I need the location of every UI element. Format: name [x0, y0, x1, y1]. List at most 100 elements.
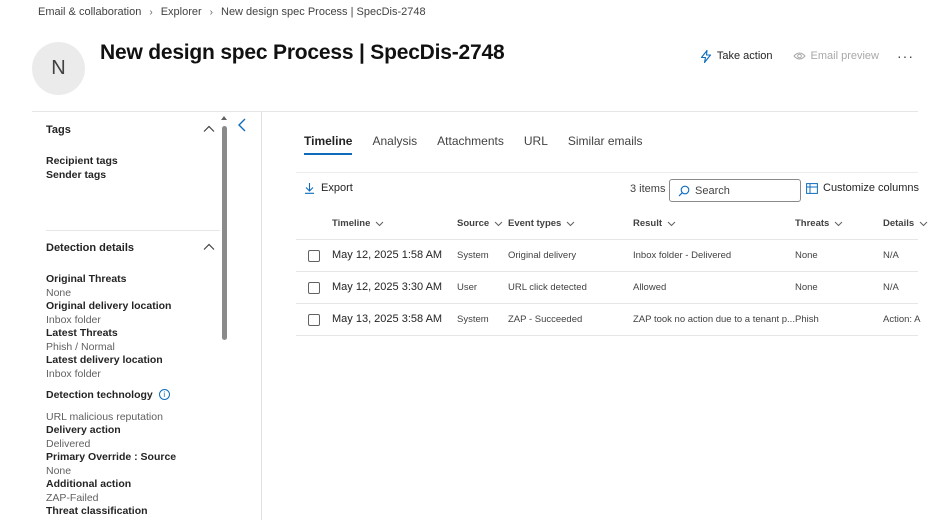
cell-source: User: [457, 282, 478, 293]
page-title: New design spec Process | SpecDis-2748: [100, 41, 505, 64]
breadcrumb-current: New design spec Process | SpecDis-2748: [221, 6, 426, 18]
original-threats-value: None: [46, 287, 72, 299]
export-button[interactable]: Export: [304, 182, 353, 194]
tab-timeline[interactable]: Timeline: [304, 134, 353, 155]
primary-override-value: None: [46, 465, 72, 477]
recipient-tags-label: Recipient tags: [46, 155, 118, 167]
table-header-row: Timeline Source Event types Result Threa…: [296, 210, 928, 240]
tab-similar-emails[interactable]: Similar emails: [568, 134, 643, 155]
table-row[interactable]: May 12, 2025 3:30 AM User URL click dete…: [296, 272, 918, 304]
panel-divider: [261, 112, 262, 520]
tabs-divider: [296, 172, 918, 173]
detection-technology-label: Detection technology i: [46, 389, 170, 401]
avatar: N: [32, 42, 85, 95]
cell-timeline: May 12, 2025 1:58 AM: [332, 249, 443, 261]
tab-attachments[interactable]: Attachments: [437, 134, 504, 155]
cell-threats: None: [795, 282, 818, 293]
detection-technology-value: URL malicious reputation: [46, 411, 163, 423]
cell-timeline: May 13, 2025 3:58 AM: [332, 313, 443, 325]
latest-threats-label: Latest Threats: [46, 327, 118, 339]
take-action-button[interactable]: Take action: [700, 49, 773, 63]
download-icon: [305, 183, 314, 194]
cell-result: Allowed: [633, 282, 667, 293]
chevron-down-icon: [834, 221, 843, 226]
original-threats-label: Original Threats: [46, 273, 127, 285]
collapse-panel-icon[interactable]: [235, 117, 249, 133]
search-input[interactable]: [695, 184, 795, 197]
latest-delivery-location-value: Inbox folder: [46, 368, 101, 380]
table-row[interactable]: May 12, 2025 1:58 AM System Original del…: [296, 240, 918, 272]
cell-details: N/A: [883, 282, 899, 293]
info-icon[interactable]: i: [158, 389, 170, 400]
cell-threats: None: [795, 250, 818, 261]
timeline-table: Timeline Source Event types Result Threa…: [296, 210, 928, 336]
sender-tags-label: Sender tags: [46, 169, 107, 181]
cell-source: System: [457, 250, 489, 261]
column-header-source[interactable]: Source: [457, 218, 503, 229]
original-delivery-location-label: Original delivery location: [46, 300, 172, 312]
row-checkbox[interactable]: [308, 250, 320, 262]
cell-result: Inbox folder - Delivered: [633, 250, 732, 261]
chevron-up-icon[interactable]: [202, 240, 216, 254]
row-checkbox[interactable]: [308, 282, 320, 294]
eye-icon: [792, 52, 806, 60]
column-header-event-types[interactable]: Event types: [508, 218, 575, 229]
delivery-action-value: Delivered: [46, 438, 91, 450]
scroll-up-arrow-icon[interactable]: [220, 114, 228, 122]
detection-section-title: Detection details: [46, 242, 135, 254]
item-count: 3 items: [630, 183, 666, 195]
search-icon: [678, 185, 690, 196]
lightning-icon: [700, 49, 711, 63]
columns-icon: [806, 182, 818, 194]
search-box[interactable]: [669, 179, 801, 202]
tab-analysis[interactable]: Analysis: [372, 134, 417, 155]
more-options-button[interactable]: ···: [897, 48, 914, 64]
export-label: Export: [321, 182, 353, 194]
customize-columns-button[interactable]: Customize columns: [806, 182, 919, 194]
detection-technology-text: Detection technology: [46, 389, 153, 401]
take-action-label: Take action: [716, 50, 773, 62]
customize-columns-label: Customize columns: [823, 182, 919, 194]
column-header-result[interactable]: Result: [633, 218, 676, 229]
chevron-down-icon: [376, 221, 384, 226]
cell-details: Action: A: [883, 314, 921, 325]
email-preview-label: Email preview: [810, 50, 879, 62]
chevron-right-icon: ›: [149, 6, 153, 18]
section-divider: [46, 230, 220, 231]
chevron-down-icon: [667, 221, 676, 226]
breadcrumb-explorer[interactable]: Explorer: [161, 6, 202, 18]
tab-url[interactable]: URL: [524, 134, 548, 155]
cell-source: System: [457, 314, 489, 325]
chevron-down-icon: [566, 221, 575, 226]
latest-delivery-location-label: Latest delivery location: [46, 354, 163, 366]
cell-event-type: ZAP - Succeeded: [508, 314, 583, 325]
column-header-details[interactable]: Details: [883, 218, 928, 229]
cell-details: N/A: [883, 250, 899, 261]
table-row[interactable]: May 13, 2025 3:58 AM System ZAP - Succee…: [296, 304, 921, 336]
latest-threats-value: Phish / Normal: [46, 341, 115, 353]
chevron-up-icon[interactable]: [202, 122, 216, 136]
details-scrollbar[interactable]: [222, 126, 227, 340]
breadcrumb-email-collaboration[interactable]: Email & collaboration: [38, 6, 141, 18]
breadcrumb: Email & collaboration › Explorer › New d…: [38, 6, 426, 18]
cell-result: ZAP took no action due to a tenant p...: [633, 314, 795, 325]
email-preview-button[interactable]: Email preview: [792, 50, 879, 62]
row-checkbox[interactable]: [308, 314, 320, 326]
chevron-down-icon: [919, 221, 928, 226]
column-header-threats[interactable]: Threats: [795, 218, 843, 229]
cell-event-type: URL click detected: [508, 282, 587, 293]
delivery-action-label: Delivery action: [46, 424, 121, 436]
cell-event-type: Original delivery: [508, 250, 577, 261]
tags-section-title: Tags: [46, 124, 71, 136]
cell-threats: Phish: [795, 314, 819, 325]
additional-action-value: ZAP-Failed: [46, 492, 99, 504]
primary-override-label: Primary Override : Source: [46, 451, 177, 463]
details-panel: Tags Recipient tags Sender tags Detectio…: [32, 112, 228, 520]
column-header-timeline[interactable]: Timeline: [332, 218, 384, 229]
additional-action-label: Additional action: [46, 478, 132, 490]
tab-list: Timeline Analysis Attachments URL Simila…: [304, 134, 663, 155]
header-actions: Take action Email preview ···: [680, 48, 914, 64]
chevron-down-icon: [494, 221, 503, 226]
original-delivery-location-value: Inbox folder: [46, 314, 101, 326]
chevron-right-icon: ›: [209, 6, 213, 18]
